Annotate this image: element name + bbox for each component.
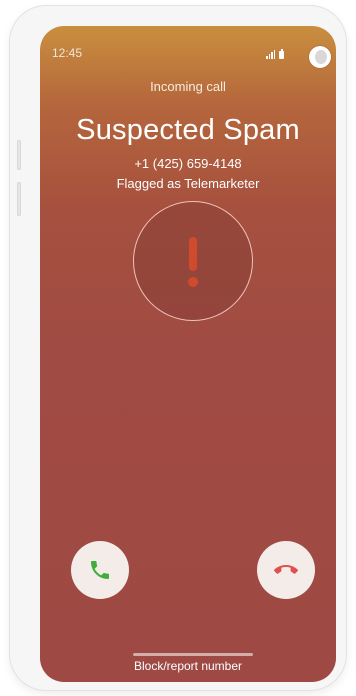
- caller-name: Suspected Spam: [76, 114, 300, 146]
- status-time: 12:45: [52, 46, 83, 60]
- volume-button: [17, 140, 21, 170]
- phone-answer-icon: [91, 561, 109, 579]
- caller-avatar: [133, 201, 253, 321]
- caller-phone-number: +1 (425) 659-4148: [134, 156, 242, 171]
- incoming-call-screen: 12:45 Incoming call Suspected Spam +1 (4…: [40, 26, 336, 682]
- status-icons: [266, 47, 288, 59]
- block-report-link[interactable]: Block/report number: [40, 659, 336, 673]
- accept-call-button[interactable]: [71, 541, 129, 599]
- battery-icon: [279, 49, 284, 59]
- home-indicator[interactable]: [133, 653, 253, 656]
- decline-call-button[interactable]: [257, 541, 315, 599]
- signal-icon: [266, 49, 276, 59]
- spam-flag-label: Flagged as Telemarketer: [116, 176, 260, 191]
- phone-hangup-icon: [274, 565, 298, 574]
- front-camera-icon: [309, 46, 331, 68]
- call-status-label: Incoming call: [150, 79, 226, 94]
- phone-frame: 12:45 Incoming call Suspected Spam +1 (4…: [10, 6, 346, 690]
- power-button: [17, 182, 21, 216]
